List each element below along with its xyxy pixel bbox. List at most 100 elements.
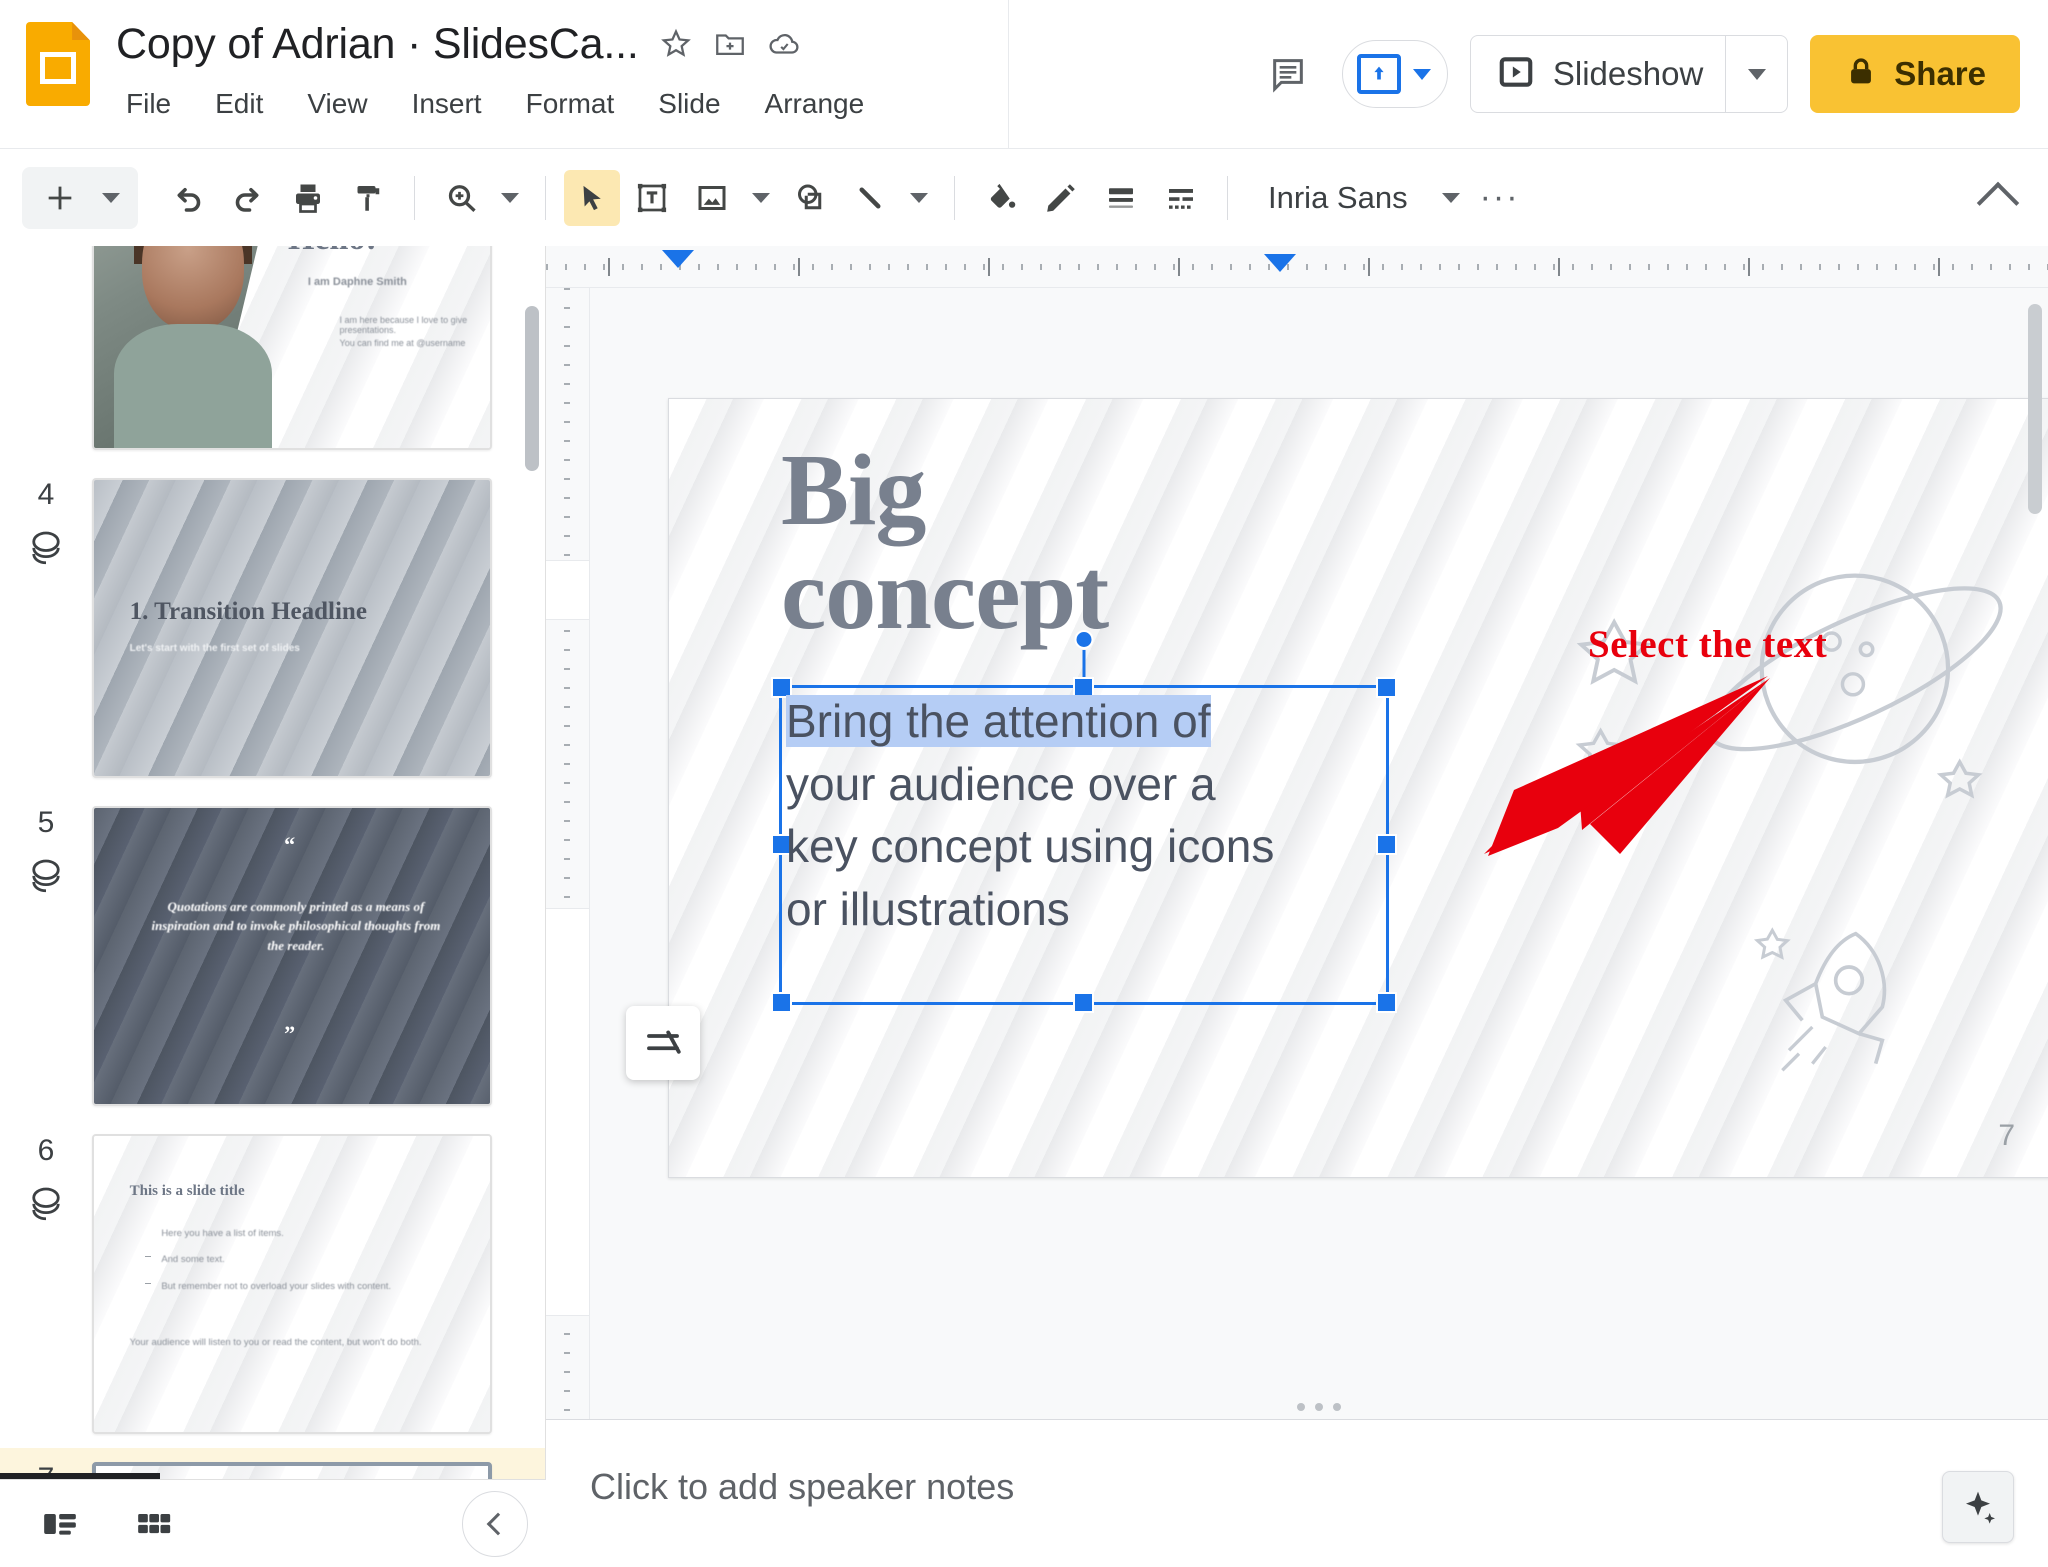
slideshow-options-button[interactable] <box>1725 36 1787 112</box>
slide-number: 5 <box>37 806 55 839</box>
main-toolbar: Inria Sans ··· <box>0 148 2048 246</box>
slide-editor: Big concept Bring the attention of your … <box>546 246 2048 1567</box>
paint-format-icon[interactable] <box>340 170 396 226</box>
list-item[interactable]: 4 1. Transition Headline Let's start wit… <box>0 464 545 792</box>
star-icon[interactable] <box>659 27 693 61</box>
chevron-down-icon[interactable] <box>1412 68 1431 80</box>
notes-resize-handle[interactable] <box>1297 1403 1341 1411</box>
selected-text-run: Bring the attention of <box>786 695 1211 747</box>
menu-item-slide[interactable]: Slide <box>652 84 726 124</box>
new-slide-button[interactable] <box>22 166 138 229</box>
thumb-title: 1. Transition Headline <box>129 598 367 626</box>
slide-thumbnail[interactable]: “ Quotations are commonly printed as a m… <box>92 806 492 1106</box>
slides-logo-icon[interactable] <box>26 22 90 106</box>
editor-scrollbar[interactable] <box>2028 304 2042 514</box>
insert-image-icon[interactable] <box>684 170 740 226</box>
comment-history-icon[interactable] <box>1256 42 1320 106</box>
canvas-stage[interactable]: Big concept Bring the attention of your … <box>590 288 2048 1419</box>
font-dropdown[interactable] <box>1434 170 1468 226</box>
new-slide-dropdown[interactable] <box>94 170 128 226</box>
zoom-in-icon[interactable] <box>433 170 489 226</box>
speaker-notes-placeholder[interactable]: Click to add speaker notes <box>590 1466 1014 1508</box>
list-item[interactable]: Hello! I am Daphne Smith I am here becau… <box>0 246 545 464</box>
fill-color-icon[interactable] <box>973 170 1029 226</box>
app-header: Copy of Adrian · SlidesCa... File Edit V… <box>0 0 1008 148</box>
thumb-footer: Your audience will listen to you or read… <box>129 1337 422 1349</box>
horizontal-ruler[interactable] <box>546 246 2048 288</box>
thumb-bullet-3: But remember not to overload your slides… <box>161 1281 392 1293</box>
filmstrip-scrollbar[interactable] <box>525 306 539 471</box>
print-icon[interactable] <box>280 170 336 226</box>
thumb-subtitle: I am Daphne Smith <box>307 276 407 289</box>
zoom-dropdown[interactable] <box>493 170 527 226</box>
thumb-bullet-2: And some text. <box>161 1254 225 1266</box>
current-slide[interactable]: Big concept Bring the attention of your … <box>668 398 2048 1178</box>
line-weight-tool-icon[interactable] <box>626 1006 700 1080</box>
slide-title[interactable]: Big concept <box>781 438 1251 647</box>
menu-item-file[interactable]: File <box>120 84 177 124</box>
canvas-container: Big concept Bring the attention of your … <box>546 288 2048 1419</box>
redo-icon[interactable] <box>220 170 276 226</box>
present-to-meeting-icon <box>1356 54 1401 94</box>
thumb-line-1: I am here because I love to give present… <box>339 314 468 335</box>
collapse-panel-icon[interactable] <box>462 1490 528 1557</box>
border-dash-icon[interactable] <box>1153 170 1209 226</box>
toolbar-divider <box>545 175 546 220</box>
explore-icon[interactable] <box>1942 1471 2014 1543</box>
undo-icon[interactable] <box>160 170 216 226</box>
speaker-notes-pane[interactable]: Click to add speaker notes <box>546 1419 2048 1567</box>
shape-icon[interactable] <box>782 170 838 226</box>
slide-thumbnail[interactable]: This is a slide title Here you have a li… <box>92 1134 492 1434</box>
resize-handle-se[interactable] <box>1376 992 1397 1013</box>
indent-marker-left[interactable] <box>662 250 694 268</box>
chevron-down-icon <box>1747 68 1766 80</box>
slide-thumbnail[interactable]: 1. Transition Headline Let's start with … <box>92 478 492 778</box>
menu-item-format[interactable]: Format <box>520 84 621 124</box>
rocket-illustration-icon <box>1739 907 1939 1107</box>
slide-filmstrip[interactable]: Hello! I am Daphne Smith I am here becau… <box>0 246 546 1567</box>
layers-icon <box>32 1187 60 1221</box>
selected-text-box[interactable]: Bring the attention of your audience ove… <box>771 630 1397 1013</box>
resize-handle-s[interactable] <box>1073 992 1094 1013</box>
line-dropdown[interactable] <box>902 170 936 226</box>
filmstrip-view-icon[interactable] <box>18 1493 102 1555</box>
slideshow-button[interactable]: Slideshow <box>1469 35 1789 113</box>
body-line-2: your audience over a <box>786 757 1216 810</box>
menu-item-insert[interactable]: Insert <box>406 84 488 124</box>
thumb-open-quote: “ <box>284 831 296 857</box>
list-item[interactable]: 5 “ Quotations are commonly printed as a… <box>0 792 545 1120</box>
select-cursor-icon[interactable] <box>564 169 620 226</box>
menu-item-edit[interactable]: Edit <box>209 84 269 124</box>
line-icon[interactable] <box>842 170 898 226</box>
red-arrow-icon <box>1470 658 1780 868</box>
page-title[interactable]: Copy of Adrian · SlidesCa... <box>116 20 639 69</box>
cloud-saved-icon[interactable] <box>767 27 801 61</box>
thumb-subtitle: Let's start with the first set of slides <box>129 642 300 654</box>
thumb-quote: Quotations are commonly printed as a mea… <box>151 898 441 953</box>
move-to-folder-icon[interactable] <box>713 27 747 61</box>
vertical-ruler[interactable] <box>546 288 590 1419</box>
toolbar-divider <box>414 175 415 220</box>
plus-icon <box>32 170 88 226</box>
share-button[interactable]: Share <box>1810 35 2020 113</box>
menu-item-arrange[interactable]: Arrange <box>759 84 871 124</box>
present-to-meeting-button[interactable] <box>1341 40 1448 108</box>
text-box-icon[interactable] <box>624 170 680 226</box>
menu-item-view[interactable]: View <box>301 84 373 124</box>
indent-marker-right[interactable] <box>1264 254 1296 272</box>
grid-view-icon[interactable] <box>112 1493 196 1555</box>
image-dropdown[interactable] <box>744 170 778 226</box>
more-options-icon[interactable]: ··· <box>1472 170 1528 226</box>
list-item[interactable]: 6 This is a slide title Here you have a … <box>0 1120 545 1448</box>
collapse-toolbar-icon[interactable] <box>1970 170 2026 226</box>
thumb-close-quote: ” <box>284 1021 296 1047</box>
border-weight-icon[interactable] <box>1093 170 1149 226</box>
slide-thumbnail[interactable]: Hello! I am Daphne Smith I am here becau… <box>92 246 492 450</box>
body-line-3: key concept using icons <box>786 820 1275 873</box>
resize-handle-sw[interactable] <box>771 992 792 1013</box>
menu-bar: File Edit View Insert Format Slide Arran… <box>116 84 870 124</box>
font-family-selector[interactable]: Inria Sans <box>1246 180 1430 216</box>
border-color-pencil-icon[interactable] <box>1033 170 1089 226</box>
slide-body-text[interactable]: Bring the attention of your audience ove… <box>786 690 1386 940</box>
rotation-handle[interactable] <box>1074 630 1094 649</box>
